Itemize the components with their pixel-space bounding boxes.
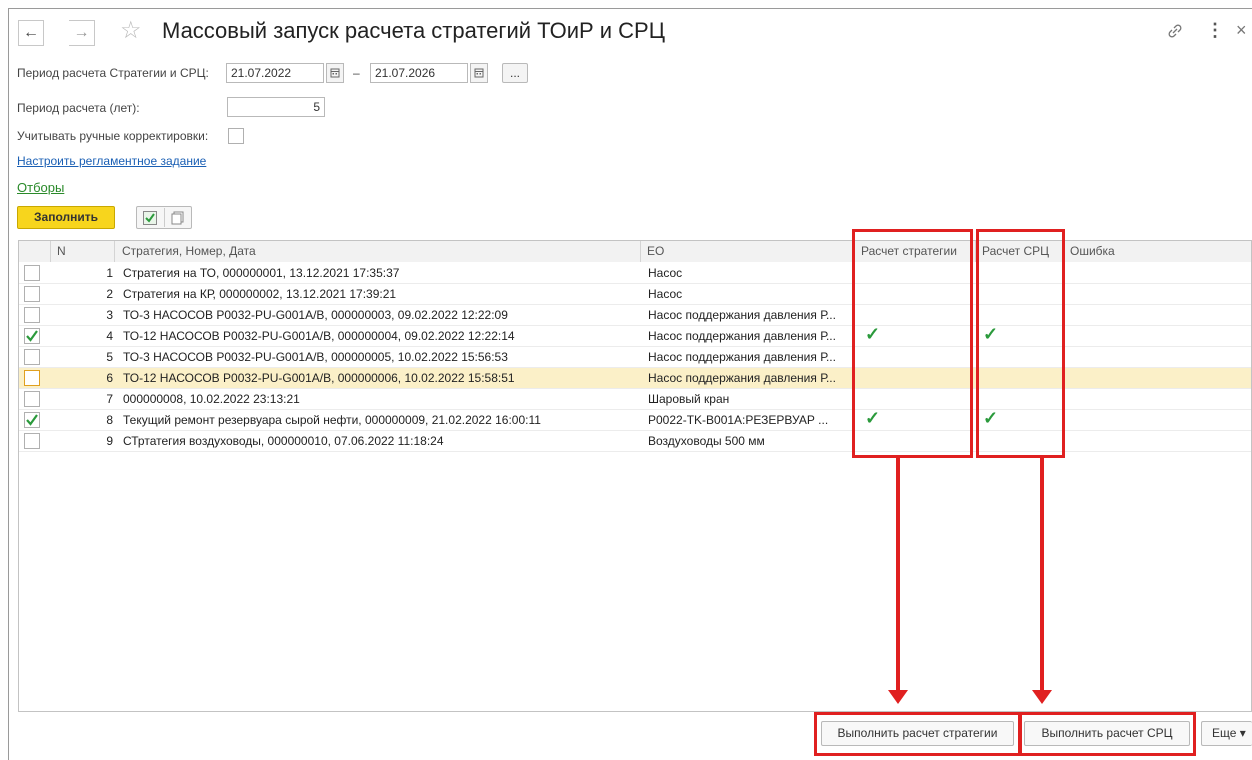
- row-eo: Насос: [648, 266, 683, 280]
- filters-link[interactable]: Отборы: [17, 180, 64, 195]
- row-number: 6: [106, 371, 113, 385]
- back-button[interactable]: ←: [18, 20, 44, 46]
- page-title: Массовый запуск расчета стратегий ТОиР и…: [162, 18, 666, 43]
- period-from-input[interactable]: 21.07.2022: [226, 63, 324, 83]
- row-eo: Насос поддержания давления Р...: [648, 350, 836, 364]
- annotation-box-calc-strategy: [852, 229, 973, 458]
- toolbar-divider: [164, 208, 165, 227]
- header-divider: [50, 241, 51, 262]
- column-eo[interactable]: ЕО: [643, 241, 853, 262]
- row-strategy: Стратегия на ТО, 000000001, 13.12.2021 1…: [123, 266, 400, 280]
- period-label: Период расчета Стратегии и СРЦ:: [17, 66, 209, 80]
- annotation-arrow-line: [896, 458, 900, 694]
- row-checkbox[interactable]: [24, 286, 40, 302]
- row-checkbox[interactable]: [24, 391, 40, 407]
- row-number: 5: [106, 350, 113, 364]
- row-number: 2: [106, 287, 113, 301]
- row-eo: Насос поддержания давления Р...: [648, 329, 836, 343]
- annotation-box-run-src: [1019, 712, 1196, 756]
- column-n[interactable]: N: [53, 241, 113, 262]
- row-strategy: Текущий ремонт резервуара сырой нефти, 0…: [123, 413, 541, 427]
- table-row[interactable]: 6 ТО-12 НАСОСОВ P0032-PU-G001A/B, 0000000…: [19, 368, 1251, 389]
- annotation-arrow-head: [1032, 690, 1052, 704]
- row-eo: Шаровый кран: [648, 392, 730, 406]
- table-row[interactable]: 4 ТО-12 НАСОСОВ P0032-PU-G001A/B, 0000000…: [19, 324, 1251, 347]
- period-to-input[interactable]: 21.07.2026: [370, 63, 468, 83]
- row-checkbox[interactable]: [24, 412, 40, 428]
- row-number: 7: [106, 392, 113, 406]
- row-eo: Насос: [648, 287, 683, 301]
- years-label: Период расчета (лет):: [17, 101, 140, 115]
- manual-corrections-checkbox[interactable]: [228, 128, 244, 144]
- annotation-arrow-line: [1040, 458, 1044, 694]
- row-strategy: 000000008, 10.02.2022 23:13:21: [123, 392, 300, 406]
- row-strategy: ТО-12 НАСОСОВ P0032-PU-G001A/B, 00000000…: [123, 371, 515, 385]
- table-row[interactable]: 7 000000008, 10.02.2022 23:13:21 Шаровый к…: [19, 389, 1251, 410]
- table-row[interactable]: 1 Стратегия на ТО, 000000001, 13.12.2021 …: [19, 263, 1251, 284]
- calendar-from-button[interactable]: [326, 63, 344, 83]
- period-dash: –: [353, 66, 360, 80]
- row-checkbox[interactable]: [24, 307, 40, 323]
- row-eo: P0022-TK-B001A:РЕЗЕРВУАР ...: [648, 413, 829, 427]
- table-row[interactable]: 5 ТО-3 НАСОСОВ P0032-PU-G001A/B, 00000000…: [19, 347, 1251, 368]
- table-row[interactable]: 3 ТО-3 НАСОСОВ P0032-PU-G001A/B, 00000000…: [19, 305, 1251, 326]
- row-eo: Насос поддержания давления Р...: [648, 371, 836, 385]
- fill-button[interactable]: Заполнить: [17, 206, 115, 229]
- arrow-left-icon: ←: [23, 24, 39, 41]
- row-number: 9: [106, 434, 113, 448]
- annotation-arrow-head: [888, 690, 908, 704]
- table-row[interactable]: 2 Стратегия на КР, 000000002, 13.12.2021 …: [19, 284, 1251, 305]
- row-checkbox[interactable]: [24, 433, 40, 449]
- table-row[interactable]: 9 СТртатегия воздуховоды, 000000010, 07.0…: [19, 431, 1251, 452]
- arrow-right-icon: →: [73, 24, 90, 41]
- row-checkbox[interactable]: [24, 265, 40, 281]
- header-divider: [114, 241, 115, 262]
- row-strategy: Стратегия на КР, 000000002, 13.12.2021 1…: [123, 287, 397, 301]
- check-all-toolbar: [136, 206, 192, 229]
- annotation-box-calc-src: [976, 229, 1065, 458]
- row-strategy: СТртатегия воздуховоды, 000000010, 07.06…: [123, 434, 444, 448]
- calendar-icon: [330, 68, 340, 78]
- manual-corrections-label: Учитывать ручные корректировки:: [17, 129, 209, 143]
- row-eo: Насос поддержания давления Р...: [648, 308, 836, 322]
- link-icon[interactable]: [1166, 22, 1184, 45]
- row-number: 4: [106, 329, 113, 343]
- table-row[interactable]: 8 Текущий ремонт резервуара сырой нефти, …: [19, 408, 1251, 431]
- column-error[interactable]: Ошибка: [1066, 241, 1251, 262]
- row-strategy: ТО-3 НАСОСОВ P0032-PU-G001A/B, 000000003…: [123, 308, 508, 322]
- row-number: 8: [106, 413, 113, 427]
- check-all-icon[interactable]: [143, 211, 157, 225]
- column-strategy[interactable]: Стратегия, Номер, Дата: [118, 241, 638, 262]
- uncheck-all-icon[interactable]: [171, 211, 185, 225]
- close-icon[interactable]: ×: [1236, 20, 1247, 41]
- period-select-button[interactable]: ...: [502, 63, 528, 83]
- forward-button[interactable]: →: [69, 20, 95, 46]
- favorite-star-icon[interactable]: ☆: [120, 18, 142, 44]
- more-menu-icon[interactable]: ⋮: [1206, 20, 1224, 41]
- calendar-to-button[interactable]: [470, 63, 488, 83]
- row-checkbox[interactable]: [24, 328, 40, 344]
- header-divider: [640, 241, 641, 262]
- row-eo: Воздуховоды 500 мм: [648, 434, 765, 448]
- row-number: 1: [106, 266, 113, 280]
- calendar-icon: [474, 68, 484, 78]
- more-button[interactable]: Еще ▾: [1201, 721, 1252, 746]
- schedule-task-link[interactable]: Настроить регламентное задание: [17, 154, 206, 168]
- row-number: 3: [106, 308, 113, 322]
- row-checkbox[interactable]: [24, 370, 40, 386]
- annotation-box-run-strategy: [814, 712, 1021, 756]
- years-input[interactable]: 5: [227, 97, 325, 117]
- row-strategy: ТО-3 НАСОСОВ P0032-PU-G001A/B, 000000005…: [123, 350, 508, 364]
- row-checkbox[interactable]: [24, 349, 40, 365]
- row-strategy: ТО-12 НАСОСОВ P0032-PU-G001A/B, 00000000…: [123, 329, 515, 343]
